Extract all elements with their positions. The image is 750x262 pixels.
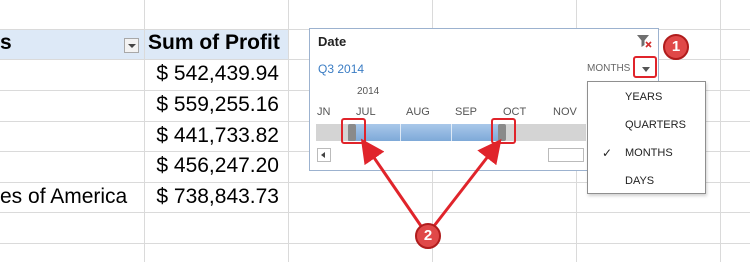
arrow-to-start-handle [360, 138, 423, 227]
annotation-arrows [360, 138, 502, 227]
arrow-to-end-handle [432, 138, 502, 227]
step-1-badge: 1 [663, 34, 689, 60]
step-2-badge: 2 [415, 223, 441, 249]
